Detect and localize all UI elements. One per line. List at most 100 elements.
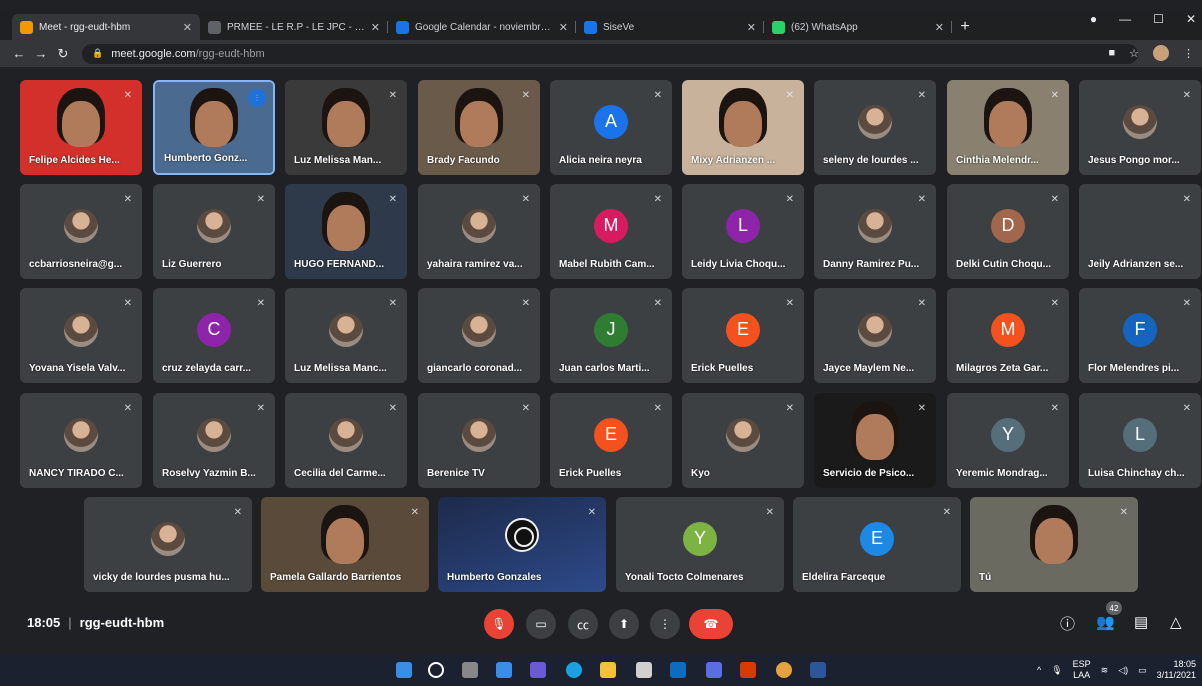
participant-tile[interactable]: ✕ Humberto Gonzales (438, 497, 606, 592)
participant-tile[interactable]: ✕ Tú (970, 497, 1138, 592)
people-icon[interactable]: 👥 (1096, 613, 1115, 631)
tab-close-icon[interactable]: ✕ (935, 21, 944, 34)
participant-tile[interactable]: ⫶ Humberto Gonz... (153, 80, 275, 175)
participant-tile[interactable]: ✕ Jesus Pongo mor... (1079, 80, 1201, 175)
participant-tile[interactable]: ✕ Yovana Yisela Valv... (20, 288, 142, 383)
participant-tile[interactable]: ✕ yahaira ramirez va... (418, 184, 540, 279)
participant-tile[interactable]: F ✕ Flor Melendres pi... (1079, 288, 1201, 383)
tab-close-icon[interactable]: ✕ (559, 21, 568, 34)
participant-tile[interactable]: ✕ giancarlo coronad... (418, 288, 540, 383)
participant-tile[interactable]: C ✕ cruz zelayda carr... (153, 288, 275, 383)
participant-tile[interactable]: A ✕ Alicia neira neyra (550, 80, 672, 175)
avatar: E (594, 417, 628, 452)
chat-icon[interactable]: ▤ (1134, 613, 1148, 631)
back-icon[interactable]: ← (8, 46, 30, 61)
mic-muted-icon: ✕ (653, 403, 662, 414)
participant-tile[interactable]: ✕ ccbarriosneira@g... (20, 184, 142, 279)
participant-tile[interactable]: ✕ seleny de lourdes ... (814, 80, 936, 175)
language-indicator[interactable]: ESP LAA (1073, 659, 1091, 681)
participant-tile[interactable]: ✕ Cecilia del Carme... (285, 393, 407, 488)
participant-tile[interactable]: ✕ Luz Melissa Manc... (285, 288, 407, 383)
browser-tab[interactable]: SiseVe ✕ (576, 14, 764, 40)
wifi-icon[interactable]: ≋ (1101, 665, 1109, 676)
avatar: Y (683, 521, 717, 556)
widgets-icon[interactable] (496, 662, 512, 678)
mic-muted-icon: ✕ (917, 298, 926, 309)
photos-icon[interactable] (706, 662, 722, 678)
mail-icon[interactable] (670, 662, 686, 678)
chevron-up-icon[interactable]: ^ (1037, 665, 1041, 675)
participant-tile[interactable]: ✕ HUGO FERNAND... (285, 184, 407, 279)
captions-button[interactable]: ㏄ (568, 609, 598, 639)
edge-icon[interactable] (566, 662, 582, 678)
tab-close-icon[interactable]: ✕ (183, 21, 192, 34)
battery-icon[interactable]: ▭ (1138, 665, 1147, 676)
volume-icon[interactable]: ◁) (1118, 665, 1128, 676)
present-button[interactable]: ⬆ (609, 609, 639, 639)
participant-tile[interactable]: ✕ Luz Melissa Man... (285, 80, 407, 175)
bookmark-star-icon[interactable]: ☆ (1129, 47, 1139, 60)
participant-tile[interactable]: J ✕ Juan carlos Marti... (550, 288, 672, 383)
avatar[interactable] (1153, 45, 1169, 61)
info-icon[interactable]: ⓘ (1060, 613, 1075, 634)
participant-tile[interactable]: D ✕ Delki Cutin Choqu... (947, 184, 1069, 279)
office-icon[interactable] (740, 662, 756, 678)
camera-toggle-button[interactable]: ▭ (526, 609, 556, 639)
store-icon[interactable] (636, 662, 652, 678)
participant-tile[interactable]: ✕ Pamela Gallardo Barrientos (261, 497, 429, 592)
minimize-icon[interactable]: — (1119, 12, 1131, 26)
chrome-icon[interactable] (776, 662, 792, 678)
reload-icon[interactable]: ↻ (52, 46, 74, 62)
activities-icon[interactable]: △ (1170, 613, 1182, 631)
profile-icon[interactable]: ● (1090, 12, 1097, 26)
mic-toggle-button[interactable]: 🎙 (484, 609, 514, 639)
participant-tile[interactable]: ✕ Mixy Adrianzen ... (682, 80, 804, 175)
participant-tile[interactable]: ✕ Jayce Maylem Ne... (814, 288, 936, 383)
more-options-button[interactable]: ⋮ (650, 609, 680, 639)
participant-tile[interactable]: ✕ Berenice TV (418, 393, 540, 488)
clock[interactable]: 18:05 3/11/2021 (1157, 659, 1196, 681)
start-icon[interactable] (396, 662, 412, 678)
participant-tile[interactable]: ✕ Cinthia Melendr... (947, 80, 1069, 175)
participant-tile[interactable]: ✕ Danny Ramirez Pu... (814, 184, 936, 279)
participant-tile[interactable]: ✕ Kyo (682, 393, 804, 488)
browser-tab[interactable]: PRMEE - LE R.P - LE JPC - LE SM ✕ (200, 14, 388, 40)
url-bar[interactable]: 🔒 meet.google.com /rgg-eudt-hbm (82, 43, 1138, 64)
participant-tile[interactable]: Y ✕ Yeremic Mondrag... (947, 393, 1069, 488)
tab-close-icon[interactable]: ✕ (371, 21, 380, 34)
maximize-icon[interactable]: ☐ (1153, 12, 1164, 26)
task-view-icon[interactable] (462, 662, 478, 678)
participant-tile[interactable]: ✕ Liz Guerrero (153, 184, 275, 279)
teams-icon[interactable] (530, 662, 546, 678)
participant-tile[interactable]: ✕ Felipe Alcides He... (20, 80, 142, 175)
participant-tile[interactable]: E ✕ Erick Puelles (682, 288, 804, 383)
participant-tile[interactable]: ✕ Roselvy Yazmin B... (153, 393, 275, 488)
participant-tile[interactable]: Y ✕ Yonali Tocto Colmenares (616, 497, 784, 592)
participant-name: Leidy Livia Choqu... (691, 259, 786, 270)
browser-tab[interactable]: Google Calendar - noviembre de ✕ (388, 14, 576, 40)
new-tab-icon[interactable]: + (952, 18, 978, 36)
participant-tile[interactable]: M ✕ Milagros Zeta Gar... (947, 288, 1069, 383)
participant-tile[interactable]: ✕ Brady Facundo (418, 80, 540, 175)
forward-icon[interactable]: → (30, 46, 52, 61)
menu-icon[interactable]: ⋮ (1183, 47, 1194, 60)
participant-tile[interactable]: E ✕ Eldelira Farceque (793, 497, 961, 592)
participant-tile[interactable]: ✕ NANCY TIRADO C... (20, 393, 142, 488)
participant-tile[interactable]: L ✕ Luisa Chinchay ch... (1079, 393, 1201, 488)
word-icon[interactable] (810, 662, 826, 678)
participant-tile[interactable]: M ✕ Mabel Rubith Cam... (550, 184, 672, 279)
participant-tile[interactable]: ✕ Servicio de Psico... (814, 393, 936, 488)
search-icon[interactable] (428, 662, 444, 678)
file-explorer-icon[interactable] (600, 662, 616, 678)
close-window-icon[interactable]: ✕ (1186, 12, 1196, 26)
leave-call-button[interactable]: ☎ (689, 609, 733, 639)
browser-tab[interactable]: (62) WhatsApp ✕ (764, 14, 952, 40)
participant-tile[interactable]: ✕ Jeily Adrianzen se... (1079, 184, 1201, 279)
mic-tray-icon[interactable]: 🎙 (1051, 665, 1062, 676)
camera-icon[interactable]: ■ (1108, 47, 1115, 59)
participant-tile[interactable]: E ✕ Erick Puelles (550, 393, 672, 488)
participant-tile[interactable]: ✕ vicky de lourdes pusma hu... (84, 497, 252, 592)
tab-close-icon[interactable]: ✕ (747, 21, 756, 34)
browser-tab[interactable]: Meet - rgg-eudt-hbm ✕ (12, 14, 200, 40)
participant-tile[interactable]: L ✕ Leidy Livia Choqu... (682, 184, 804, 279)
